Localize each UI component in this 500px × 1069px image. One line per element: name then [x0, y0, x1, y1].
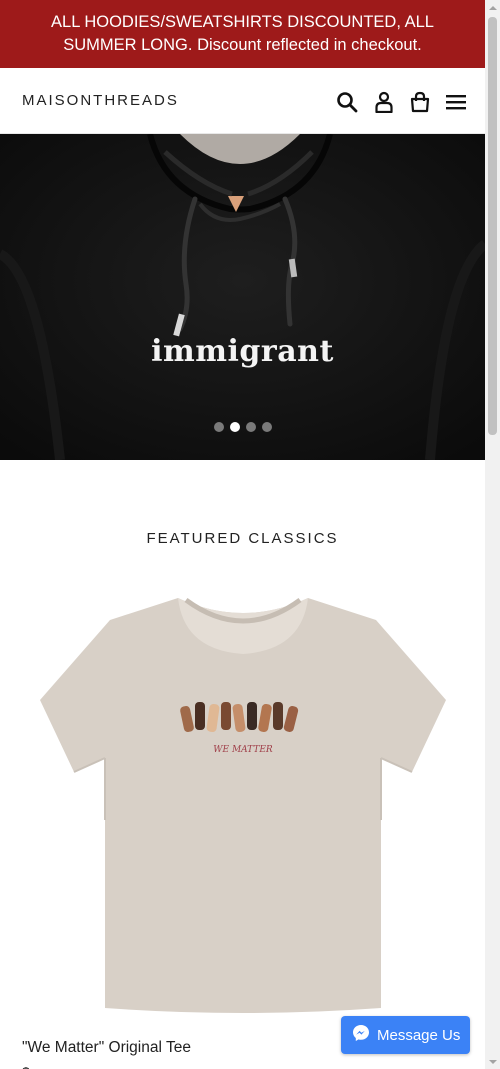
slideshow-dots	[214, 422, 272, 432]
scrollbar-thumb[interactable]	[488, 17, 497, 435]
hero-hoodie-image	[0, 134, 485, 460]
site-logo[interactable]: MAISONTHREADS	[22, 92, 179, 109]
slide-dot-4[interactable]	[262, 422, 272, 432]
scroll-down-arrow-icon[interactable]	[485, 1054, 500, 1069]
hero-print-text: immigrant	[151, 334, 334, 369]
search-icon[interactable]	[335, 90, 359, 114]
announcement-text: ALL HOODIES/SWEATSHIRTS DISCOUNTED, ALL …	[51, 13, 434, 54]
messenger-icon	[352, 1024, 370, 1046]
slide-dot-1[interactable]	[214, 422, 224, 432]
announcement-bar[interactable]: ALL HOODIES/SWEATSHIRTS DISCOUNTED, ALL …	[0, 0, 485, 68]
product-print-text: WE MATTER	[213, 745, 273, 755]
page-scrollbar[interactable]	[485, 0, 500, 1069]
cart-icon[interactable]	[408, 90, 432, 114]
hero-slideshow[interactable]: immigrant	[0, 134, 485, 460]
site-header: MAISONTHREADS	[0, 68, 485, 134]
account-icon[interactable]	[372, 90, 396, 114]
messenger-label: Message Us	[377, 1026, 461, 1044]
product-price: $	[22, 1064, 30, 1069]
product-title[interactable]: "We Matter" Original Tee	[22, 1039, 191, 1057]
scroll-up-arrow-icon[interactable]	[485, 0, 500, 15]
slide-dot-3[interactable]	[246, 422, 256, 432]
featured-section-title: FEATURED CLASSICS	[146, 530, 339, 547]
slide-dot-2[interactable]	[230, 422, 240, 432]
product-tshirt-image[interactable]: WE MATTER	[36, 590, 450, 1015]
menu-icon[interactable]	[444, 90, 468, 114]
messenger-button[interactable]: Message Us	[341, 1016, 470, 1054]
page: ALL HOODIES/SWEATSHIRTS DISCOUNTED, ALL …	[0, 0, 485, 1069]
